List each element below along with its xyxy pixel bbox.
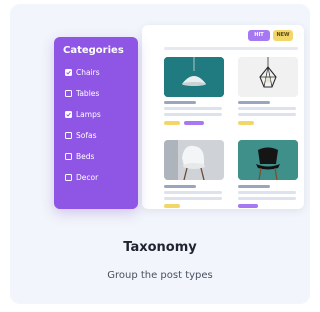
checkbox[interactable] (65, 89, 72, 97)
category-item-chairs[interactable]: Chairs (65, 67, 100, 77)
feature-subtitle: Group the post types (107, 270, 213, 281)
category-item-decor[interactable]: Decor (65, 172, 98, 182)
categories-title: Categories (63, 45, 124, 56)
category-label: Chairs (76, 67, 100, 77)
product-tag (164, 121, 180, 125)
category-label: Decor (76, 172, 99, 182)
product-tag (164, 204, 180, 208)
pendant-lamp-icon (164, 57, 224, 97)
product-text-line (164, 197, 222, 200)
category-label: Tables (76, 88, 100, 98)
product-title-line (164, 185, 196, 188)
product-title-line (164, 101, 196, 104)
product-text-line (238, 191, 296, 194)
category-item-lamps[interactable]: Lamps (65, 109, 101, 119)
product-thumbnail[interactable] (238, 140, 298, 180)
product-title-line (238, 185, 270, 188)
checkbox[interactable] (65, 152, 72, 160)
product-tag (238, 121, 254, 125)
checkbox[interactable] (65, 173, 72, 181)
product-text-line (164, 113, 222, 116)
product-grid-panel: HIT NEW (142, 25, 304, 209)
product-text-line (164, 191, 222, 194)
categories-panel: Categories Chairs Tables Lamps Sofas Bed… (54, 37, 138, 209)
check-icon (66, 70, 71, 75)
cage-lamp-icon (238, 57, 298, 97)
black-chair-icon (238, 140, 298, 180)
category-item-beds[interactable]: Beds (65, 151, 94, 161)
white-chair-icon (164, 140, 224, 180)
product-text-line (164, 107, 222, 110)
product-text-line (238, 107, 296, 110)
product-title-line (238, 101, 270, 104)
category-label: Sofas (76, 130, 97, 140)
checkbox[interactable] (65, 131, 72, 139)
product-tag (184, 121, 204, 125)
category-label: Beds (76, 151, 95, 161)
product-thumbnail[interactable] (164, 140, 224, 180)
category-item-sofas[interactable]: Sofas (65, 130, 97, 140)
product-thumbnail[interactable] (238, 57, 298, 97)
category-label: Lamps (76, 109, 101, 119)
checkbox[interactable] (65, 110, 72, 118)
category-item-tables[interactable]: Tables (65, 88, 99, 98)
new-badge: NEW (273, 30, 293, 41)
feature-title: Taxonomy (123, 240, 197, 255)
product-tag (238, 204, 258, 208)
feature-card: HIT NEW Categories Chairs Tables Lamps S… (10, 4, 310, 304)
product-text-line (238, 197, 296, 200)
hit-badge: HIT (248, 30, 270, 41)
product-thumbnail[interactable] (164, 57, 224, 97)
checkbox[interactable] (65, 68, 72, 76)
product-text-line (238, 113, 296, 116)
panel-header-line (164, 47, 298, 50)
check-icon (66, 112, 71, 117)
